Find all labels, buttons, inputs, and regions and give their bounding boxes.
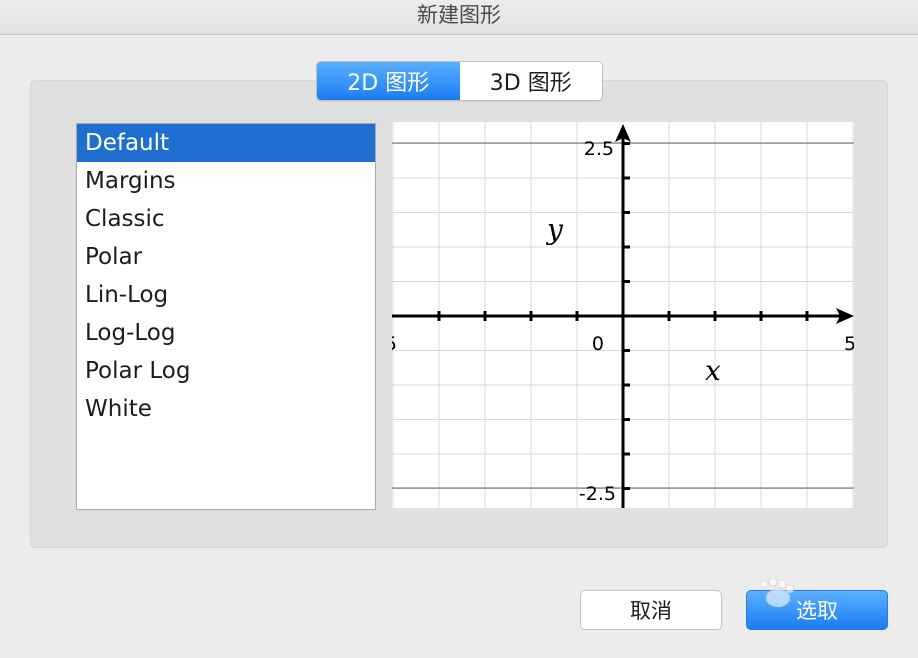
- x-axis-label: x: [705, 354, 721, 387]
- template-item-margins[interactable]: Margins: [77, 162, 375, 200]
- template-item-polar-log[interactable]: Polar Log: [77, 352, 375, 390]
- tab-3d-graphics[interactable]: 3D 图形: [460, 62, 603, 100]
- template-list[interactable]: Default Margins Classic Polar Lin-Log Lo…: [76, 123, 376, 510]
- template-item-white[interactable]: White: [77, 390, 375, 428]
- window-title: 新建图形: [0, 0, 918, 35]
- x-min-label: -5: [392, 333, 397, 355]
- graph-preview: 2.5 -2.5 0 -5 5 y x: [392, 122, 854, 508]
- template-item-classic[interactable]: Classic: [77, 200, 375, 238]
- y-min-label: -2.5: [579, 483, 616, 505]
- template-item-lin-log[interactable]: Lin-Log: [77, 276, 375, 314]
- preview-axes-svg: 2.5 -2.5 0 -5 5 y x: [392, 122, 854, 508]
- origin-label: 0: [592, 333, 604, 355]
- y-axis-label: y: [545, 213, 564, 246]
- y-max-label: 2.5: [584, 138, 614, 160]
- template-item-polar[interactable]: Polar: [77, 238, 375, 276]
- template-item-log-log[interactable]: Log-Log: [77, 314, 375, 352]
- select-button[interactable]: 选取: [746, 590, 888, 630]
- template-item-default[interactable]: Default: [77, 124, 375, 162]
- dimension-segmented-control: 2D 图形 3D 图形: [316, 61, 603, 101]
- cancel-button[interactable]: 取消: [580, 590, 722, 630]
- tab-2d-graphics[interactable]: 2D 图形: [317, 62, 460, 100]
- x-max-label: 5: [844, 333, 854, 355]
